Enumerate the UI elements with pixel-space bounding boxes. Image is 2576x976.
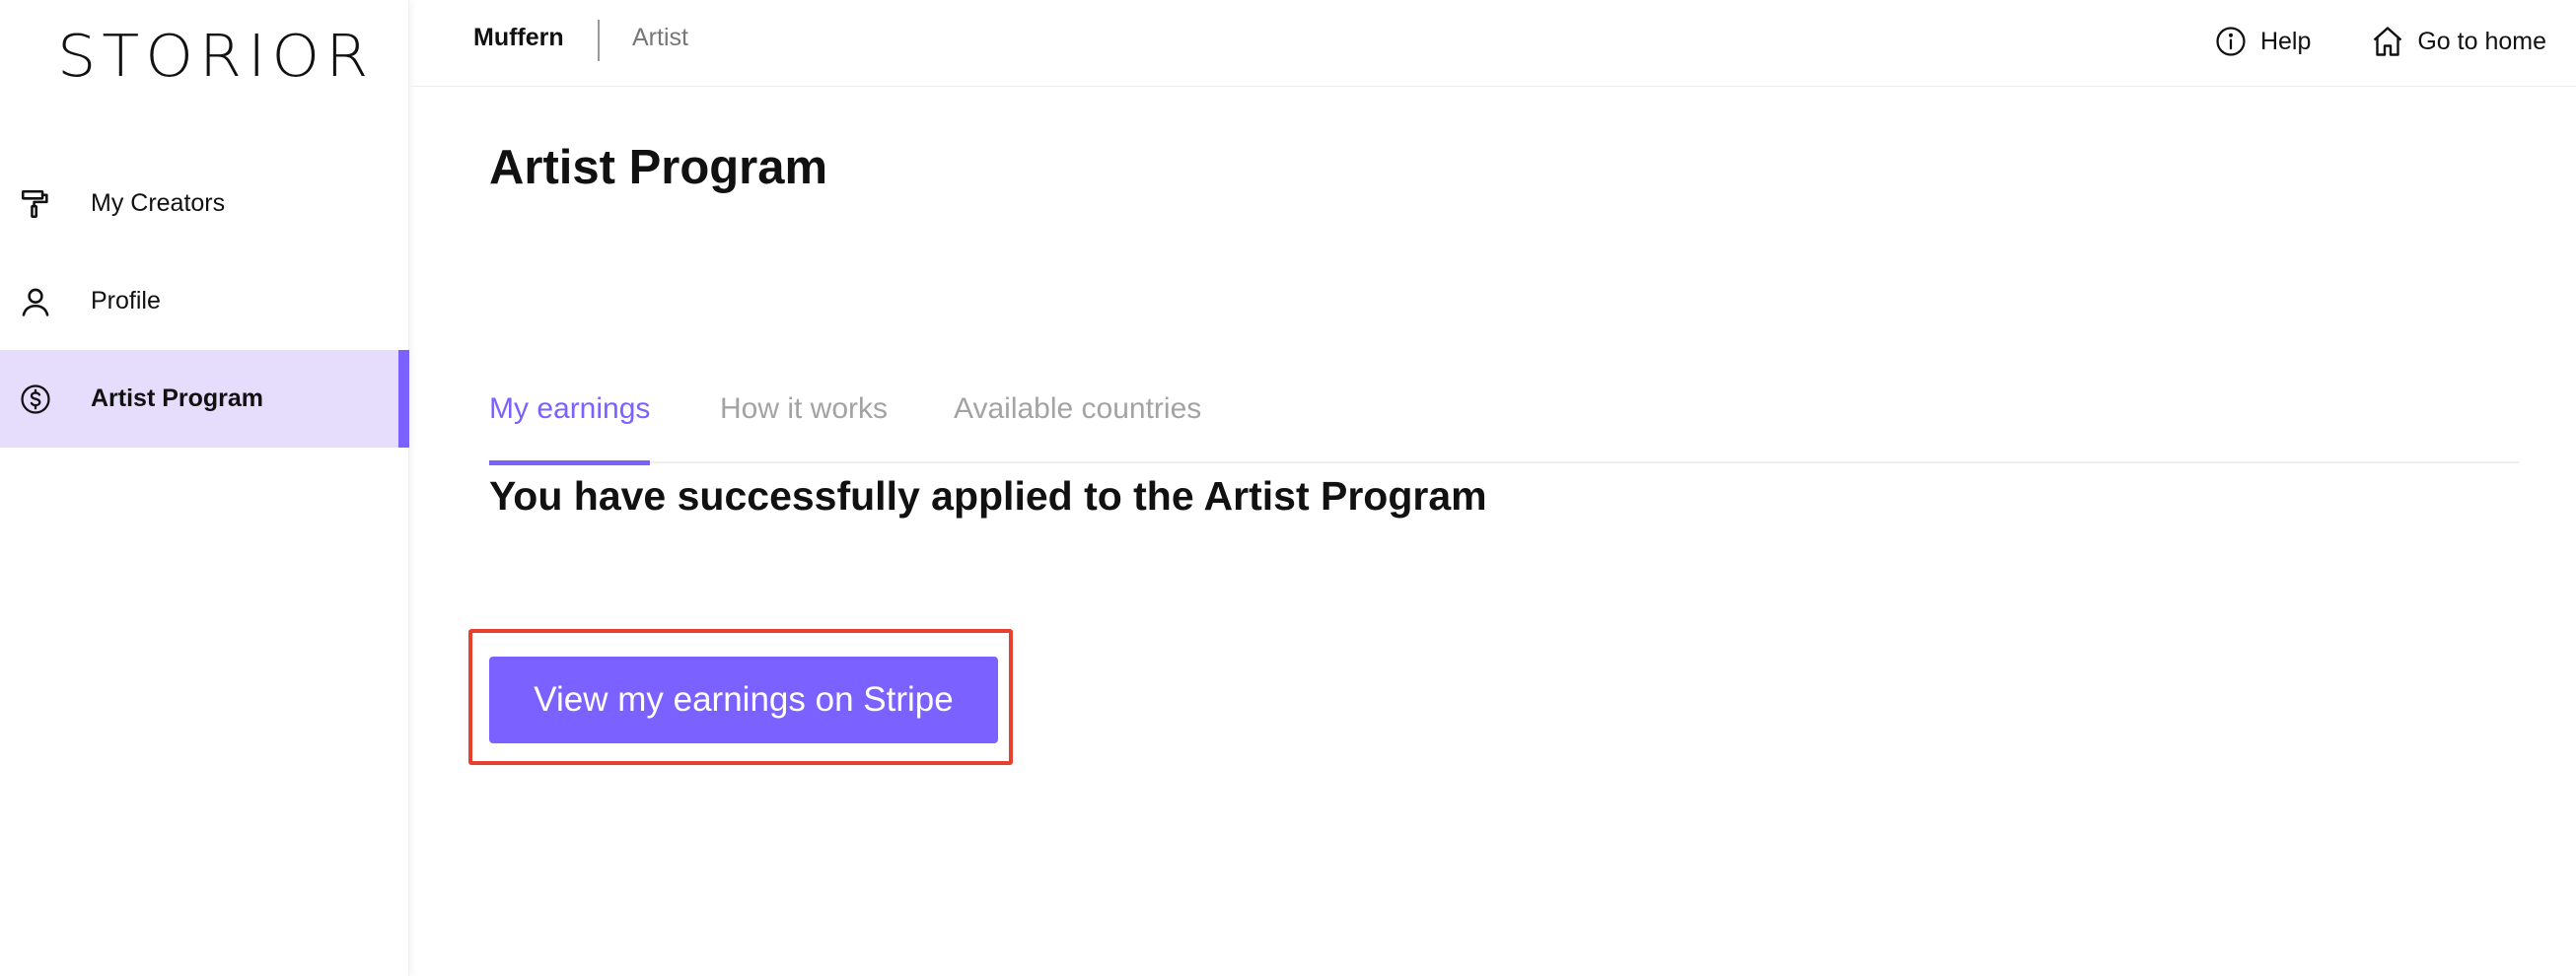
paint-roller-icon [18,186,53,222]
sidebar-item-label: Profile [91,287,161,314]
info-icon [2211,22,2251,61]
help-link[interactable]: Help [2211,22,2311,61]
tab-my-earnings[interactable]: My earnings [489,373,651,465]
sidebar-item-profile[interactable]: Profile [0,252,409,350]
sidebar-item-label: Artist Program [91,384,264,412]
breadcrumb-divider [598,20,600,61]
success-message: You have successfully applied to the Art… [489,473,1487,519]
top-bar: Muffern Artist Help Go to home [409,0,2576,87]
sidebar-item-artist-program[interactable]: Artist Program [0,350,409,448]
top-actions: Help Go to home [2211,18,2546,65]
sidebar-item-label: My Creators [91,189,226,217]
home-icon [2368,22,2407,61]
sidebar-item-my-creators[interactable]: My Creators [0,155,409,252]
tab-available-countries[interactable]: Available countries [954,373,1201,463]
page-title: Artist Program [489,141,828,194]
go-to-home-label: Go to home [2417,27,2546,55]
tab-how-it-works[interactable]: How it works [720,373,888,463]
help-label: Help [2259,27,2312,55]
breadcrumb-role: Artist [632,24,688,51]
sidebar-nav: My Creators Profile Artist Program [0,155,409,448]
storior-logo[interactable]: STORIOR [57,22,368,91]
tab-bar: My earnings How it works Available count… [489,373,2519,465]
user-icon [18,284,53,319]
breadcrumb-account[interactable]: Muffern [473,24,564,52]
logo-text: STORIOR [57,21,375,91]
view-earnings-on-stripe-button[interactable]: View my earnings on Stripe [489,657,998,743]
go-to-home-link[interactable]: Go to home [2368,22,2546,61]
dollar-circle-icon [18,382,53,417]
sidebar: STORIOR My Creators Profile Artist Progr… [0,0,409,976]
